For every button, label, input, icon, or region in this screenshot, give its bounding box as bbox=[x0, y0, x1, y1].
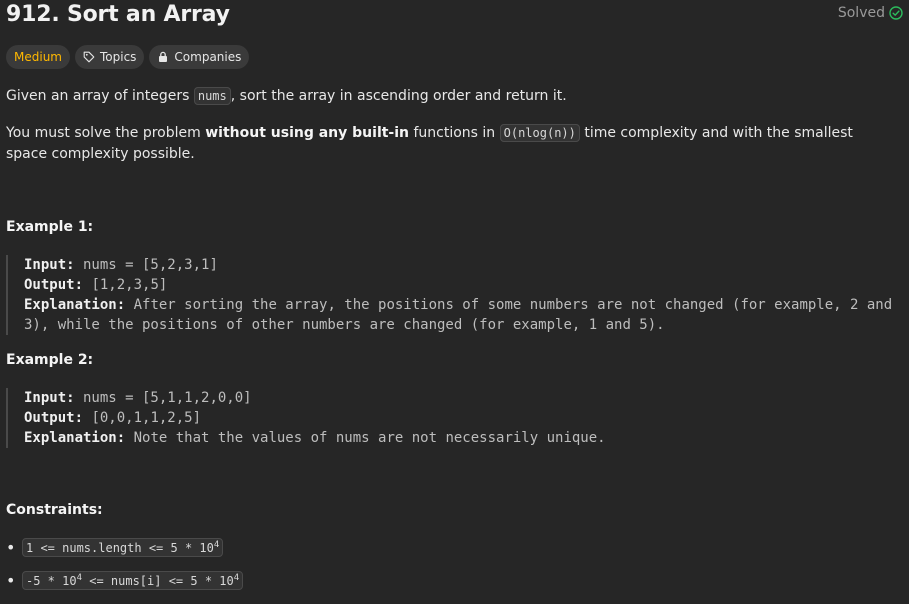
constraint-item: 1 <= nums.length <= 5 * 104 bbox=[6, 538, 243, 571]
output-value: [0,0,1,1,2,5] bbox=[83, 410, 202, 426]
description-text: functions in bbox=[409, 125, 500, 141]
companies-label: Companies bbox=[174, 50, 242, 64]
constraints-list: 1 <= nums.length <= 5 * 104 -5 * 104 <= … bbox=[6, 538, 244, 604]
constraint-text: -5 * 10 bbox=[26, 574, 77, 588]
example-1-heading: Example 1: bbox=[6, 219, 94, 235]
problem-title: 912. Sort an Array bbox=[6, 2, 230, 27]
constraint-code: 1 <= nums.length <= 5 * 104 bbox=[22, 538, 224, 557]
constraint-item: -5 * 104 <= nums[i] <= 5 * 104 bbox=[6, 571, 244, 604]
description-text: Given an array of integers bbox=[6, 88, 194, 104]
solved-label: Solved bbox=[837, 5, 885, 21]
explanation-label: Explanation: bbox=[24, 430, 126, 446]
solved-status: Solved bbox=[838, 5, 903, 21]
topics-label: Topics bbox=[99, 50, 137, 64]
explanation-value: Note that the values of nums are not nec… bbox=[125, 430, 606, 446]
difficulty-label: Medium bbox=[14, 50, 62, 64]
exponent: 4 bbox=[213, 540, 220, 550]
example-1-block: Input: nums = [5,2,3,1] Output: [1,2,3,5… bbox=[6, 255, 903, 335]
inline-code-complexity: O(nlog(n)) bbox=[499, 124, 580, 142]
constraint-code: -5 * 104 <= nums[i] <= 5 * 104 bbox=[22, 571, 244, 590]
input-value: nums = [5,1,1,2,0,0] bbox=[74, 390, 252, 406]
example-2-block: Input: nums = [5,1,1,2,0,0] Output: [0,0… bbox=[6, 388, 903, 448]
constraints-heading: Constraints: bbox=[6, 502, 103, 518]
output-label: Output: bbox=[24, 277, 84, 293]
example-2-heading: Example 2: bbox=[6, 352, 94, 368]
explanation-value: After sorting the array, the positions o… bbox=[24, 297, 893, 333]
input-label: Input: bbox=[24, 390, 75, 406]
explanation-label: Explanation: bbox=[24, 297, 126, 313]
description-text: You must solve the problem bbox=[6, 125, 206, 141]
constraint-text: <= nums[i] <= 5 * 10 bbox=[82, 574, 234, 588]
description-paragraph-1: Given an array of integers nums, sort th… bbox=[6, 86, 879, 107]
tag-icon bbox=[83, 51, 95, 63]
input-value: nums = [5,2,3,1] bbox=[74, 257, 218, 273]
output-value: [1,2,3,5] bbox=[83, 277, 168, 293]
bold-text: without using any built-in bbox=[205, 125, 410, 141]
topics-button[interactable]: Topics bbox=[74, 45, 145, 69]
difficulty-badge: Medium bbox=[6, 45, 70, 69]
check-circle-icon bbox=[889, 6, 903, 20]
companies-button[interactable]: Companies bbox=[149, 45, 250, 69]
constraint-text: 1 <= nums.length <= 5 * 10 bbox=[26, 541, 214, 555]
input-label: Input: bbox=[24, 257, 75, 273]
description-text: , sort the array in ascending order and … bbox=[230, 88, 567, 104]
lock-icon bbox=[157, 51, 169, 63]
description-paragraph-2: You must solve the problem without using… bbox=[6, 123, 879, 165]
inline-code-nums: nums bbox=[193, 87, 231, 105]
output-label: Output: bbox=[24, 410, 84, 426]
tag-row: Medium Topics Companies bbox=[6, 45, 250, 69]
exponent: 4 bbox=[233, 573, 240, 583]
